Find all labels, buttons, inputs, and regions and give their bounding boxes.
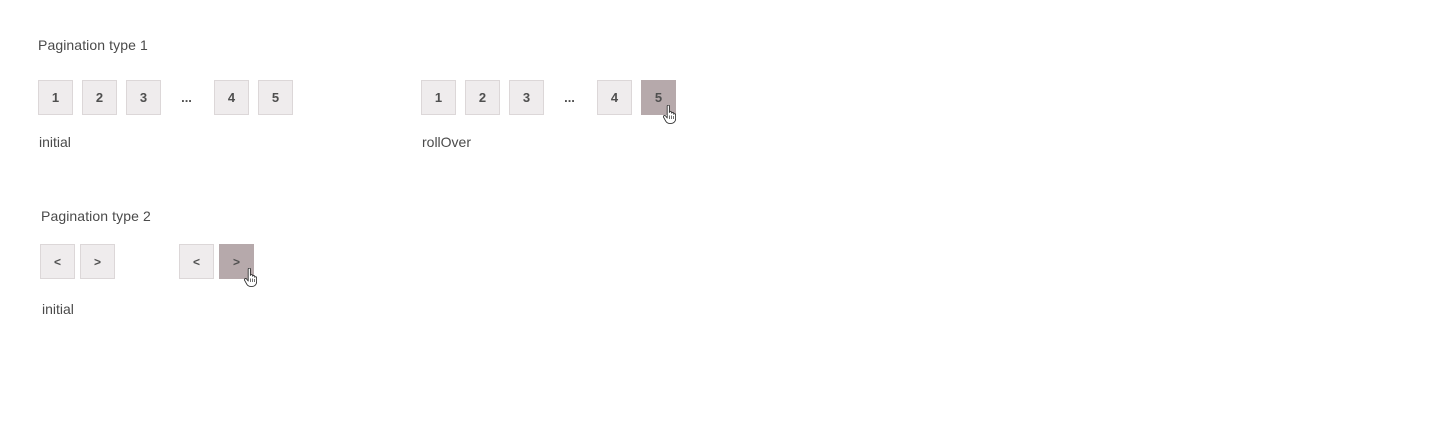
hand-pointer-icon [244, 268, 257, 287]
state-label-initial-type-2: initial [42, 301, 74, 317]
page-button-1[interactable]: 1 [421, 80, 456, 115]
state-label-rollover: rollOver [422, 134, 472, 150]
page-button-5[interactable]: 5 [258, 80, 293, 115]
pagination-type-2-title: Pagination type 2 [41, 208, 151, 224]
prev-page-button[interactable]: < [179, 244, 214, 279]
pagination-type-1-rollover: 1 2 3 ... 4 5 [421, 80, 681, 115]
pagination-type-2-initial: < > [40, 244, 120, 279]
pagination-type-1-initial: 1 2 3 ... 4 5 [38, 80, 298, 115]
page-button-3[interactable]: 3 [126, 80, 161, 115]
pagination-type-1-title: Pagination type 1 [38, 37, 148, 53]
page-button-2[interactable]: 2 [82, 80, 117, 115]
page-button-2[interactable]: 2 [465, 80, 500, 115]
pagination-ellipsis: ... [181, 90, 192, 105]
hand-pointer-icon [663, 105, 676, 124]
next-page-button[interactable]: > [80, 244, 115, 279]
page-button-4[interactable]: 4 [597, 80, 632, 115]
state-label-initial: initial [39, 134, 71, 150]
pagination-ellipsis: ... [564, 90, 575, 105]
page-button-4[interactable]: 4 [214, 80, 249, 115]
prev-page-button[interactable]: < [40, 244, 75, 279]
page-button-1[interactable]: 1 [38, 80, 73, 115]
page-button-3[interactable]: 3 [509, 80, 544, 115]
